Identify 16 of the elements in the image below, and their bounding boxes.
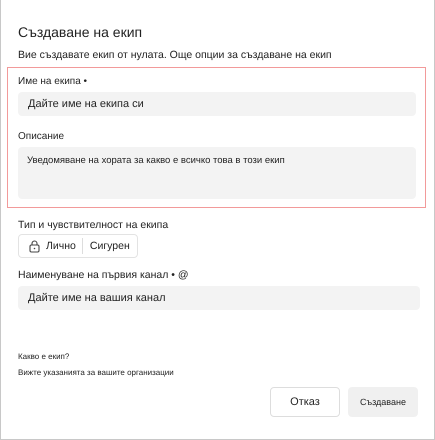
sensitivity-button[interactable]: Сигурен xyxy=(82,238,137,254)
privacy-button[interactable]: Лично xyxy=(19,238,82,254)
channel-name-field[interactable]: Дайте име на вашия канал xyxy=(18,286,420,310)
dialog-subtitle: Вие създавате екип от нулата. Още опции за създаване на екип xyxy=(18,49,333,61)
field-label: Тип и чувствителност на екипа xyxy=(18,219,170,231)
cancel-button[interactable]: Отказ xyxy=(270,387,340,417)
guidelines-link[interactable]: Вижте указанията за вашите организации xyxy=(18,368,434,377)
dialog-title: Създаване на екип xyxy=(18,24,144,40)
field-label: Описание xyxy=(18,131,66,142)
field-label: Име на екипа • xyxy=(18,76,88,87)
description-field[interactable]: Уведомяване на хората за какво е всичко това в този екип xyxy=(18,147,416,199)
field-label: Наименуване на първия канал • @ xyxy=(18,269,190,281)
help-link[interactable]: Какво е екип? xyxy=(18,352,434,361)
create-button[interactable]: Създаване xyxy=(348,387,418,417)
input-field[interactable]: Дайте име на екипа си xyxy=(18,92,416,116)
lock-icon xyxy=(29,240,40,252)
